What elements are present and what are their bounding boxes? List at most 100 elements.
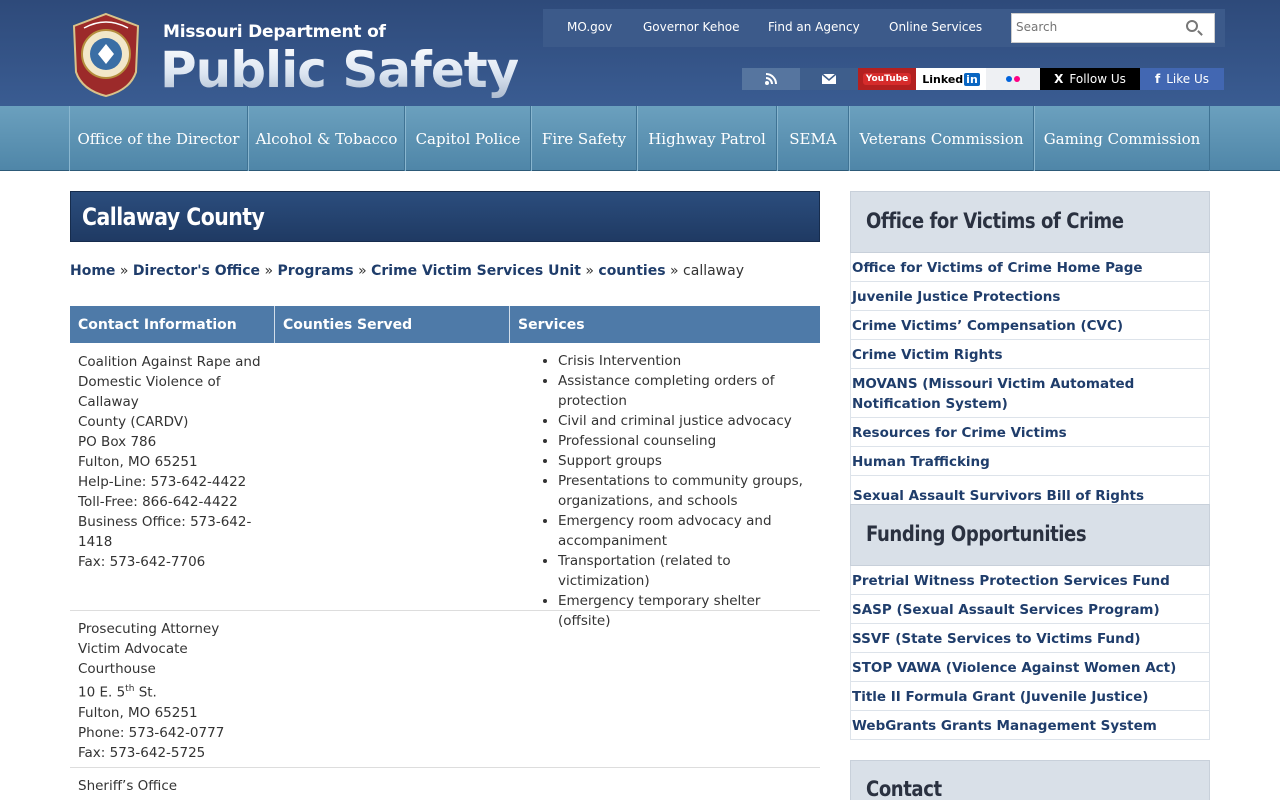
page-title-banner: Callaway County: [70, 191, 820, 242]
like-us-label: Like Us: [1166, 72, 1209, 86]
list-item: Civil and criminal justice advocacy: [558, 411, 810, 431]
sidebar-link-pretrial-witness[interactable]: Pretrial Witness Protection Services Fun…: [850, 566, 1210, 595]
sidebar-link-movans[interactable]: MOVANS (Missouri Victim Automated Notifi…: [850, 369, 1210, 418]
list-item: Assistance completing orders of protecti…: [558, 371, 810, 411]
missouri-seal-logo[interactable]: [70, 12, 142, 98]
main-nav: Office of the Director Alcohol & Tobacco…: [0, 106, 1280, 171]
sidebar-link-juvenile-justice[interactable]: Juvenile Justice Protections: [850, 282, 1210, 311]
x-icon: X: [1054, 72, 1064, 86]
list-item: Professional counseling: [558, 431, 810, 451]
sidebar-link-resources[interactable]: Resources for Crime Victims: [850, 418, 1210, 447]
flickr-icon[interactable]: [986, 68, 1040, 90]
top-link-mo-gov[interactable]: MO.gov: [567, 20, 612, 34]
sidebar-link-label[interactable]: Juvenile Justice Protections: [851, 282, 1209, 312]
search-box: [1011, 13, 1215, 43]
nav-item-office-of-director[interactable]: Office of the Director: [69, 106, 248, 171]
sidebar-link-sexual-assault-rights[interactable]: Sexual Assault Survivors Bill of Rights: [850, 476, 1210, 526]
sidebar-link-label[interactable]: SASP (Sexual Assault Services Program): [851, 595, 1209, 625]
list-item: Emergency temporary shelter (offsite): [558, 591, 810, 631]
nav-item-highway-patrol[interactable]: Highway Patrol: [637, 106, 777, 171]
sidebar-link-label[interactable]: Crime Victim Rights: [851, 340, 1209, 370]
sidebar-link-label[interactable]: Human Trafficking: [851, 447, 1209, 477]
sidebar-link-label[interactable]: STOP VAWA (Violence Against Women Act): [851, 653, 1209, 683]
contact-line: County (CARDV): [78, 414, 189, 430]
breadcrumb-separator: »: [585, 263, 594, 279]
sidebar-link-label[interactable]: Resources for Crime Victims: [851, 418, 1209, 448]
youtube-label: YouTube: [862, 73, 912, 85]
breadcrumb-counties[interactable]: counties: [598, 263, 665, 279]
sidebar-section-header: Funding Opportunities: [850, 504, 1210, 566]
list-item: Support groups: [558, 451, 810, 471]
breadcrumb-separator: »: [670, 263, 679, 279]
sidebar-link-cvc[interactable]: Crime Victims’ Compensation (CVC): [850, 311, 1210, 340]
row-divider: [70, 767, 820, 768]
site-title-top: Missouri Department of: [163, 22, 386, 42]
nav-item-fire-safety[interactable]: Fire Safety: [531, 106, 637, 171]
list-item: Presentations to community groups, organ…: [558, 471, 810, 511]
sidebar-section-title: Office for Victims of Crime: [866, 209, 1124, 233]
sidebar-link-label[interactable]: Crime Victims’ Compensation (CVC): [851, 311, 1209, 341]
x-follow-button[interactable]: X Follow Us: [1040, 68, 1140, 90]
sidebar-section-header: Office for Victims of Crime: [850, 191, 1210, 253]
contact-line: Prosecuting Attorney: [78, 621, 220, 637]
contact-line: Fax: 573-642-7706: [78, 554, 206, 570]
sidebar-link-ovc-home[interactable]: Office for Victims of Crime Home Page: [850, 253, 1210, 282]
services-list: Crisis Intervention Assistance completin…: [540, 351, 810, 631]
sidebar-link-label[interactable]: WebGrants Grants Management System: [851, 711, 1209, 741]
column-header-counties: Counties Served: [275, 306, 510, 343]
address-number: 10 E. 5: [78, 684, 126, 701]
breadcrumb-separator: »: [358, 263, 367, 279]
sidebar-link-webgrants[interactable]: WebGrants Grants Management System: [850, 711, 1210, 740]
follow-us-label: Follow Us: [1069, 72, 1126, 86]
nav-item-veterans-commission[interactable]: Veterans Commission: [849, 106, 1034, 171]
breadcrumb-programs[interactable]: Programs: [278, 263, 354, 279]
breadcrumb-directors-office[interactable]: Director's Office: [133, 263, 260, 279]
sidebar-link-label[interactable]: Pretrial Witness Protection Services Fun…: [851, 566, 1209, 596]
top-link-find-agency[interactable]: Find an Agency: [768, 20, 860, 34]
linkedin-icon[interactable]: Linked in: [916, 68, 986, 90]
nav-item-sema[interactable]: SEMA: [777, 106, 849, 171]
facebook-icon: f: [1154, 72, 1161, 86]
contact-line: PO Box 786: [78, 434, 157, 450]
sidebar-link-crime-victim-rights[interactable]: Crime Victim Rights: [850, 340, 1210, 369]
contact-line: Courthouse: [78, 661, 156, 677]
address-street: St.: [134, 684, 157, 701]
breadcrumb-crime-victim-services[interactable]: Crime Victim Services Unit: [371, 263, 581, 279]
search-icon[interactable]: [1186, 20, 1198, 32]
sidebar-link-label[interactable]: Office for Victims of Crime Home Page: [851, 253, 1209, 283]
contact-line: 1418: [78, 534, 113, 550]
sidebar-link-stop-vawa[interactable]: STOP VAWA (Violence Against Women Act): [850, 653, 1210, 682]
contact-line: Coalition Against Rape and: [78, 354, 261, 370]
sidebar-link-human-trafficking[interactable]: Human Trafficking: [850, 447, 1210, 476]
contact-line: Fulton, MO 65251: [78, 704, 198, 721]
sidebar-link-label[interactable]: MOVANS (Missouri Victim Automated Notifi…: [851, 369, 1209, 419]
breadcrumb-home[interactable]: Home: [70, 263, 115, 279]
sidebar-link-ssvf[interactable]: SSVF (State Services to Victims Fund): [850, 624, 1210, 653]
page-title: Callaway County: [82, 203, 265, 231]
contact-line: Phone: 573-642-0777: [78, 724, 225, 741]
sidebar-link-title-ii[interactable]: Title II Formula Grant (Juvenile Justice…: [850, 682, 1210, 711]
email-icon[interactable]: [800, 68, 858, 90]
nav-item-gaming-commission[interactable]: Gaming Commission: [1034, 106, 1210, 171]
contact-line: Domestic Violence of Callaway: [78, 374, 221, 410]
nav-item-capitol-police[interactable]: Capitol Police: [405, 106, 531, 171]
youtube-icon[interactable]: YouTube: [858, 68, 916, 90]
sidebar-link-sasp[interactable]: SASP (Sexual Assault Services Program): [850, 595, 1210, 624]
contact-line: Help-Line: 573-642-4422: [78, 474, 247, 490]
facebook-like-button[interactable]: f Like Us: [1140, 68, 1224, 90]
site-header: Missouri Department of Public Safety MO.…: [0, 0, 1280, 106]
rss-icon[interactable]: [742, 68, 800, 90]
nav-item-alcohol-tobacco[interactable]: Alcohol & Tobacco: [248, 106, 405, 171]
contact-line: Fax: 573-642-5725: [78, 744, 206, 761]
linkedin-label: Linked: [922, 72, 964, 86]
sidebar-link-label[interactable]: SSVF (State Services to Victims Fund): [851, 624, 1209, 654]
contact-line: Toll-Free: 866-642-4422: [78, 494, 238, 510]
contact-line: 10 E. 5th St.: [78, 679, 273, 703]
search-input[interactable]: [1016, 20, 1176, 34]
site-title-main[interactable]: Public Safety: [160, 40, 519, 100]
sidebar-link-label[interactable]: Title II Formula Grant (Juvenile Justice…: [851, 682, 1209, 712]
top-link-online-services[interactable]: Online Services: [889, 20, 982, 34]
column-header-services: Services: [518, 316, 585, 333]
contact-line: Victim Advocate: [78, 641, 188, 657]
top-link-governor[interactable]: Governor Kehoe: [643, 20, 740, 34]
